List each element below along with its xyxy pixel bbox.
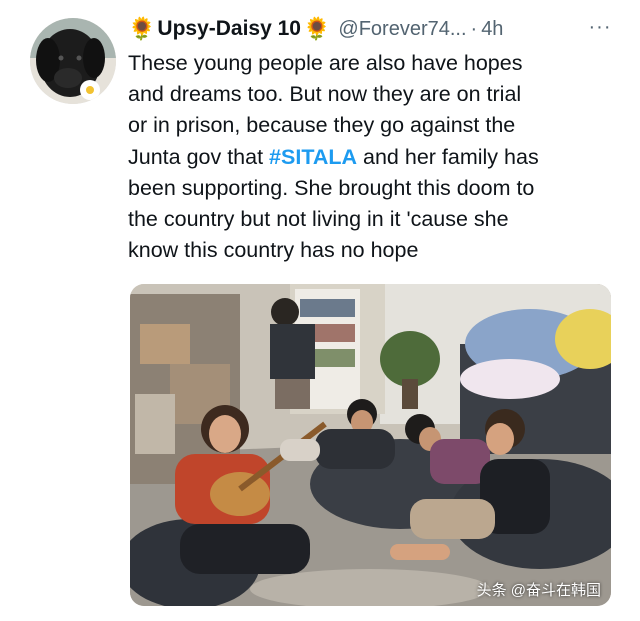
dog-avatar-icon (30, 18, 116, 104)
separator-dot: · (470, 17, 478, 40)
tweet-text-segment: Junta gov that (128, 144, 270, 169)
display-name[interactable]: Upsy-Daisy 10 (157, 17, 301, 41)
tweet-photo[interactable]: 头条 @奋斗在韩国 (130, 284, 611, 606)
tweet-text-line: know this country has no hope (128, 238, 419, 263)
sunflower-icon: 🌻 (128, 16, 156, 41)
more-options-icon[interactable]: ··· (584, 14, 616, 44)
tweet-text: These young people are also have hopes a… (128, 48, 608, 266)
tweet-text-line: been supporting. She brought this doom t… (128, 175, 535, 200)
tweet-text-line: or in prison, because they go against th… (128, 113, 516, 138)
avatar[interactable] (30, 18, 116, 104)
tweet-text-line: and dreams too. But now they are on tria… (128, 82, 522, 107)
user-handle[interactable]: @Forever74... (338, 18, 466, 41)
watermark: 头条 @奋斗在韩国 (476, 582, 601, 599)
tweet-text-line: These young people are also have hopes (128, 51, 523, 75)
sunflower-icon: 🌻 (302, 16, 331, 41)
tweet-text-line: Junta gov that #SITALA and her family ha… (128, 142, 608, 173)
tweet-header: 🌻 Upsy-Daisy 10 🌻 @Forever74... · 4h (128, 14, 503, 44)
room-photo (130, 284, 611, 606)
tweet-text-segment: and her family has (357, 144, 539, 169)
tweet-text-line: the country but not living in it 'cause … (128, 207, 509, 232)
hashtag-link[interactable]: #SITALA (269, 145, 357, 169)
timestamp[interactable]: 4h (481, 18, 503, 41)
